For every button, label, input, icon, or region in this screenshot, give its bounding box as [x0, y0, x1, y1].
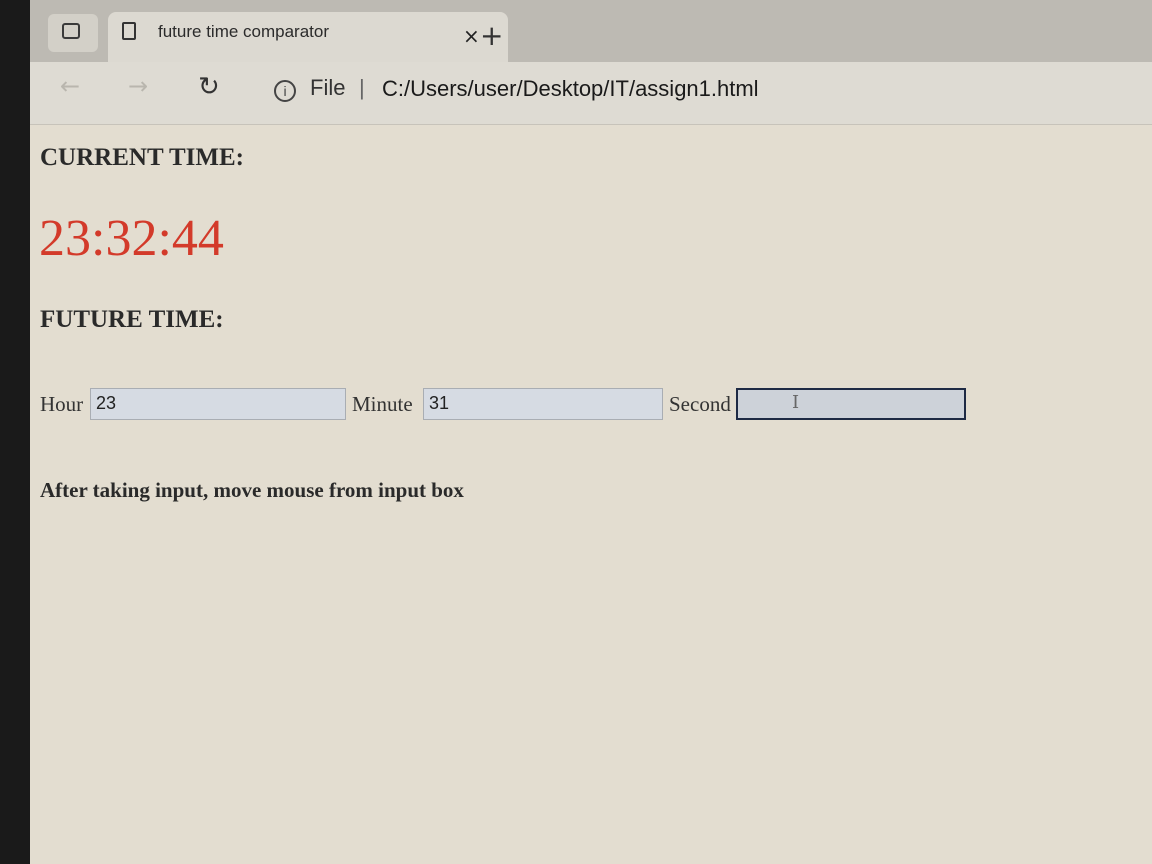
tab-title: future time comparator [158, 22, 330, 41]
scheme-label: File [310, 75, 346, 100]
future-time-heading: FUTURE TIME: [40, 306, 224, 333]
browser-window: future time comparator × + ← → ↻ i File … [30, 0, 1152, 864]
future-time-inputs: Hour 23 Minute 31 Second I [40, 388, 1040, 422]
info-icon[interactable]: i [274, 80, 296, 102]
address-separator: | [359, 75, 365, 100]
browser-tab[interactable]: future time comparator × [108, 12, 508, 64]
minute-input[interactable]: 31 [423, 388, 663, 420]
back-button[interactable]: ← [60, 72, 80, 100]
hour-input[interactable]: 23 [90, 388, 346, 420]
minute-label: Minute [352, 392, 413, 416]
page-content: CURRENT TIME: 23:32:44 FUTURE TIME: Hour… [30, 124, 1152, 864]
new-tab-button[interactable]: + [480, 22, 503, 50]
tab-actions-icon [62, 23, 80, 39]
current-time-heading: CURRENT TIME: [40, 144, 244, 171]
address-toolbar: ← → ↻ i File | C:/Users/user/Desktop/IT/… [30, 62, 1152, 125]
tab-strip: future time comparator × + [30, 0, 1152, 64]
second-input[interactable] [736, 388, 966, 420]
text-cursor-icon: I [792, 392, 800, 413]
page-icon [122, 22, 136, 40]
instruction-text: After taking input, move mouse from inpu… [40, 478, 464, 502]
hour-label: Hour [40, 392, 84, 416]
close-icon[interactable]: × [463, 26, 480, 46]
tab-actions-button[interactable] [48, 14, 98, 52]
second-label: Second [669, 392, 731, 416]
current-time-display: 23:32:44 [39, 210, 224, 267]
reload-button[interactable]: ↻ [198, 72, 220, 102]
address-bar[interactable]: C:/Users/user/Desktop/IT/assign1.html [382, 76, 759, 102]
forward-button[interactable]: → [128, 72, 148, 100]
